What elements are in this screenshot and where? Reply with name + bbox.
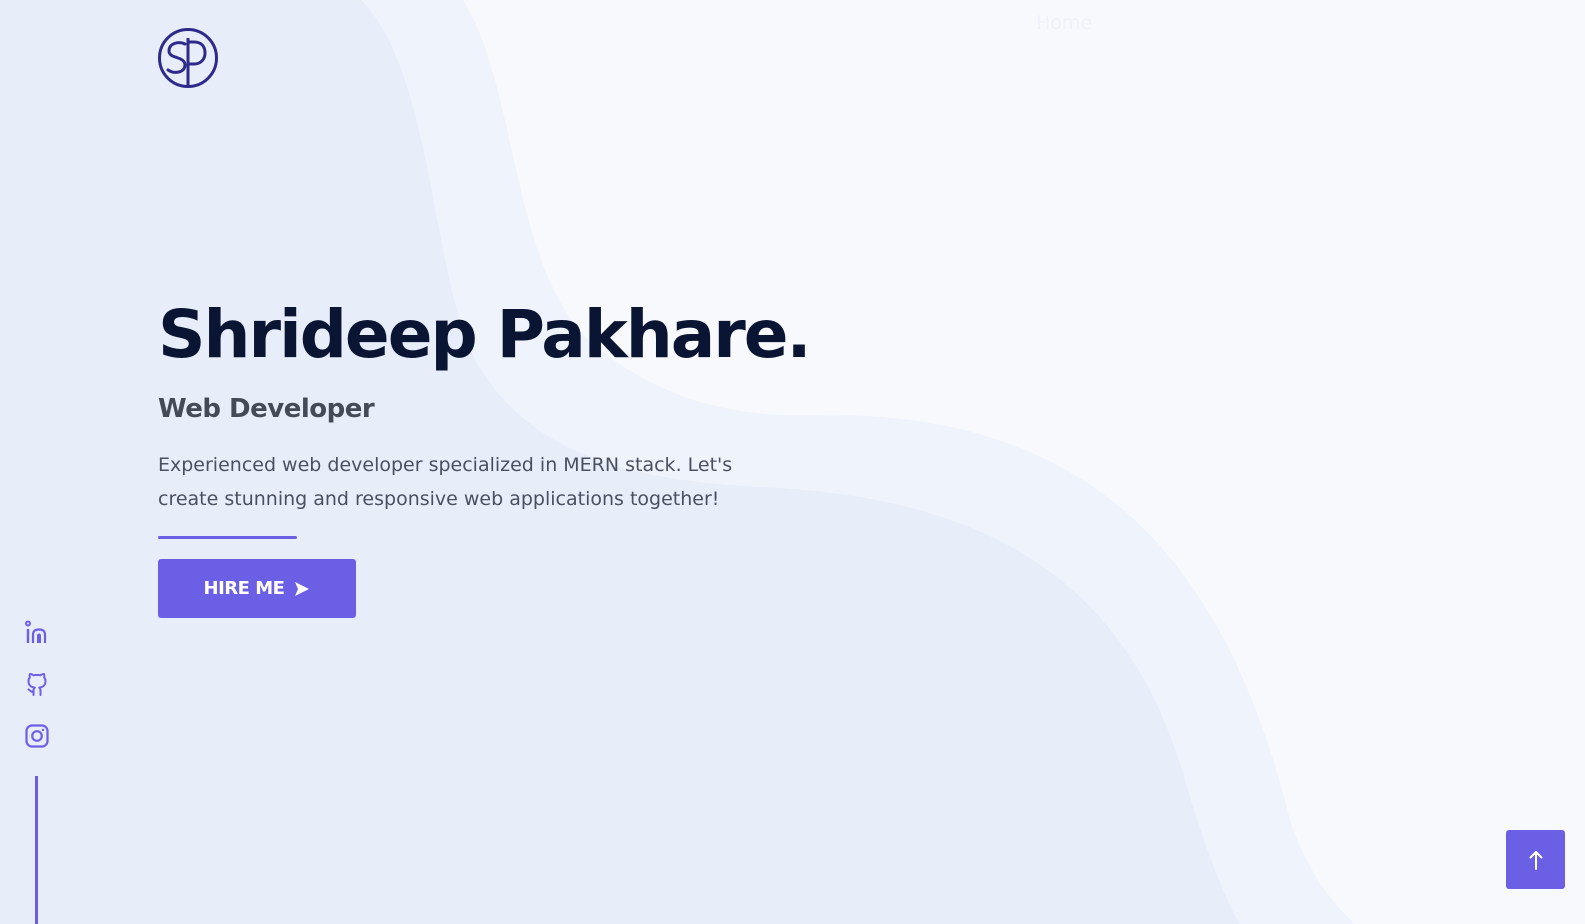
hero-role-subheading: Web Developer [158,394,375,424]
hire-me-label: HIRE ME [203,578,285,599]
hire-me-button[interactable]: HIRE ME [158,559,356,618]
scroll-to-top-button[interactable] [1506,830,1565,889]
arrow-up-icon [1529,850,1542,870]
github-icon [27,672,47,696]
linkedin-link[interactable] [24,620,50,646]
hero-description: Experienced web developer specialized in… [158,454,733,510]
instagram-icon [25,724,49,748]
hero-section: Shrideep Pakhare. Web Developer Experien… [158,292,858,618]
hero-divider [158,536,297,539]
instagram-link[interactable] [24,723,50,749]
play-arrow-icon [295,581,310,596]
sp-logo[interactable] [157,27,219,89]
linkedin-icon [25,620,47,643]
hero-name-heading: Shrideep Pakhare. [158,296,812,373]
github-link[interactable] [24,671,50,697]
social-vertical-line [35,776,38,924]
nav-home-link[interactable]: Home [1036,12,1092,34]
